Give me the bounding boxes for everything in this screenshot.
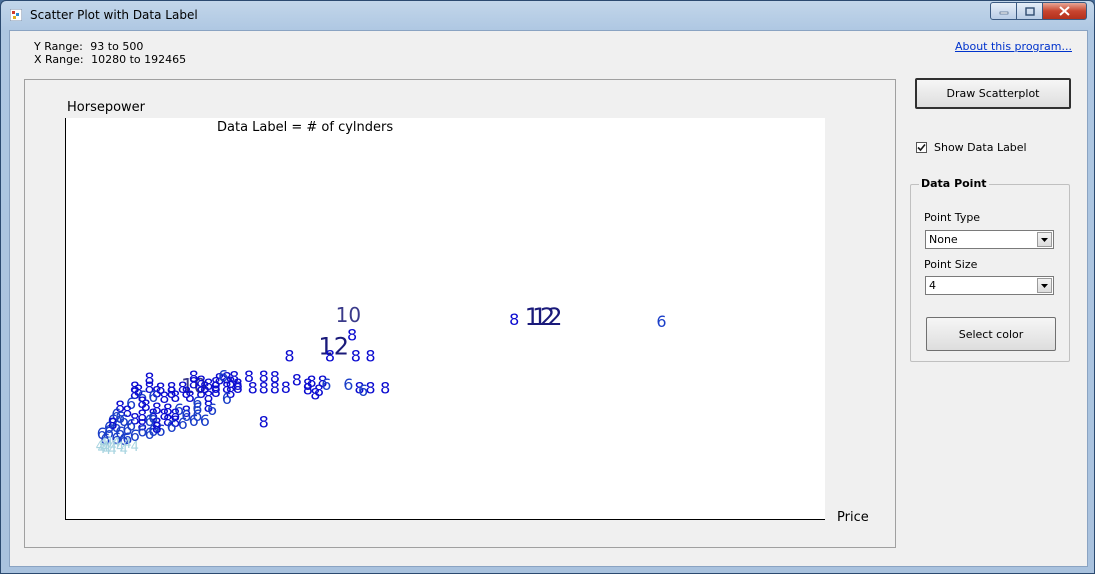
show-data-label-text: Show Data Label [934, 141, 1027, 154]
data-point-label: 8 [229, 368, 239, 387]
data-point-label: 6 [178, 414, 188, 433]
data-point-label: 8 [248, 378, 258, 397]
chevron-down-icon [1041, 237, 1048, 242]
y-range-label: Y Range: [34, 40, 83, 53]
data-point-label: 8 [189, 367, 199, 386]
title-bar[interactable]: Scatter Plot with Data Label [1, 1, 1094, 29]
data-point-label: 6 [656, 312, 666, 331]
plot-area: Data Label = # of cylnders 6 12 12 8 10 8 12 8 8… [65, 118, 825, 520]
checkbox-box[interactable] [916, 142, 927, 153]
app-window: Scatter Plot with Data Label Y Range: 93… [0, 0, 1095, 574]
data-point-label: 8 [380, 378, 390, 397]
data-point-label: 8 [325, 347, 335, 366]
data-point-label: 6 [144, 424, 154, 443]
data-point-label: 8 [284, 347, 294, 366]
point-size-select[interactable]: 4 [925, 276, 1054, 295]
point-type-dropdown-button[interactable] [1037, 232, 1052, 247]
data-point-label: 8 [310, 384, 320, 403]
about-link[interactable]: About this program... [955, 40, 1072, 53]
chart-annotation: Data Label = # of cylnders [217, 120, 393, 135]
x-range-value: 10280 to 192465 [91, 53, 187, 66]
client-area: Y Range: 93 to 500 X Range: 10280 to 192… [9, 30, 1088, 567]
scatter-plot: Data Label = # of cylnders 612128108128 8… [65, 118, 825, 520]
data-point-label: 6 [222, 389, 232, 408]
data-point-label: 6 [343, 375, 353, 394]
close-button[interactable] [1043, 2, 1087, 20]
select-color-button[interactable]: Select color [926, 317, 1056, 351]
data-point-label: 8 [144, 369, 154, 388]
points-layer: 612128108128 8 888 8 8 8 8 8 88 6 6 8 8 868 888 8888888… [96, 303, 667, 458]
close-icon [1059, 6, 1070, 16]
show-data-label-checkbox[interactable]: Show Data Label [916, 141, 1027, 154]
data-point-label: 6 [167, 417, 177, 436]
data-point-label: 8 [292, 371, 302, 390]
data-point-group: Data Point Point Type None Point Size 4 … [910, 177, 1070, 362]
x-range-row: X Range: 10280 to 192465 [34, 53, 186, 66]
data-point-label: 6 [358, 381, 368, 400]
chevron-down-icon [1041, 283, 1048, 288]
app-icon [10, 9, 22, 21]
y-axis-label: Horsepower [67, 100, 146, 115]
data-point-label: 6 [200, 411, 210, 430]
point-type-select[interactable]: None [925, 230, 1054, 249]
point-size-dropdown-button[interactable] [1037, 278, 1052, 293]
data-point-label: 8 [365, 347, 375, 366]
maximize-icon [1024, 6, 1035, 16]
minimize-button[interactable] [990, 2, 1017, 20]
y-range-row: Y Range: 93 to 500 [34, 40, 143, 53]
data-point-label: 12 [525, 303, 556, 331]
draw-scatterplot-button[interactable]: Draw Scatterplot [915, 78, 1071, 109]
data-point-label: 8 [259, 413, 269, 432]
data-point-label: 8 [509, 310, 519, 329]
data-point-label: 8 [259, 378, 269, 397]
point-type-label: Point Type [924, 211, 981, 224]
minimize-icon [999, 11, 1008, 15]
x-axis-label: Price [837, 510, 869, 525]
data-point-label: 4 [99, 436, 107, 451]
data-point-label: 8 [351, 347, 361, 366]
data-point-label: 6 [218, 367, 228, 386]
data-point-label: 8 [281, 378, 291, 397]
plot-panel: Horsepower Data Label = # of cylnders 6 1… [24, 79, 896, 548]
data-point-group-title: Data Point [919, 177, 989, 190]
data-point-label: 4 [109, 443, 117, 458]
data-point-label: 8 [270, 378, 280, 397]
data-point-label: 6 [189, 411, 199, 430]
x-range-label: X Range: [34, 53, 84, 66]
point-size-label: Point Size [924, 258, 978, 271]
checkmark-icon [917, 143, 926, 152]
data-point-label: 10 [336, 303, 361, 327]
y-range-value: 93 to 500 [90, 40, 144, 53]
maximize-button[interactable] [1017, 2, 1043, 20]
point-size-value: 4 [929, 279, 936, 292]
point-type-value: None [929, 233, 958, 246]
caption-buttons [990, 2, 1087, 21]
data-point-label: 4 [131, 440, 139, 455]
window-title: Scatter Plot with Data Label [30, 8, 198, 22]
